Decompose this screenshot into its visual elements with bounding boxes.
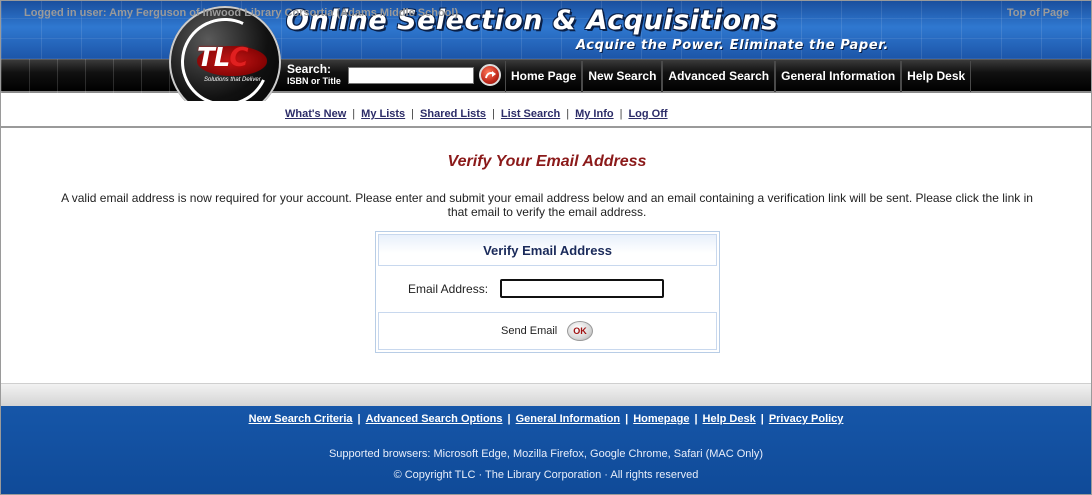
search-label: Search: (287, 62, 332, 76)
intro-text: A valid email address is now required fo… (61, 191, 1033, 219)
logo-wordmark: TLC (197, 43, 248, 73)
send-email-label: Send Email (501, 325, 558, 337)
primary-nav: Home Page New Search Advanced Search Gen… (505, 61, 972, 92)
nav-bar-pattern (1, 59, 171, 93)
nav-general-information[interactable]: General Information (775, 61, 902, 92)
logo-text-main: TL (197, 43, 230, 73)
logo-text-c: C (229, 43, 248, 73)
footer-separator: | (507, 413, 511, 425)
subnav-separator: | (619, 108, 623, 120)
email-field[interactable] (500, 279, 664, 298)
search-input[interactable] (348, 67, 474, 84)
footer-privacy-policy[interactable]: Privacy Policy (769, 413, 844, 425)
subnav-shared-lists[interactable]: Shared Lists (420, 108, 486, 120)
footer-separator: | (694, 413, 698, 425)
supported-browsers: Supported browsers: Microsoft Edge, Mozi… (328, 448, 764, 460)
verify-email-form: Verify Email Address Email Address: Send… (375, 231, 720, 353)
page-title: Verify Your Email Address (447, 153, 647, 170)
footer-separator: | (625, 413, 629, 425)
status-bar (1, 383, 1091, 406)
email-label: Email Address: (408, 282, 489, 296)
form-heading: Verify Email Address (378, 234, 717, 266)
footer-links: New Search Criteria | Advanced Search Opti… (1, 413, 1091, 425)
subnav-my-lists[interactable]: My Lists (361, 108, 405, 120)
email-row: Email Address: (378, 268, 717, 310)
search-go-button[interactable] (479, 64, 501, 86)
app-tagline: Acquire the Power. Eliminate the Paper. (576, 38, 889, 53)
footer-general-information[interactable]: General Information (516, 413, 621, 425)
arrow-right-icon (485, 71, 496, 79)
search-sublabel: ISBN or Title (287, 76, 341, 86)
footer-separator: | (357, 413, 361, 425)
nav-home-page[interactable]: Home Page (505, 61, 583, 92)
top-of-page-link[interactable]: Top of Page (1007, 7, 1069, 19)
footer-separator: | (760, 413, 764, 425)
footer-help-desk[interactable]: Help Desk (703, 413, 756, 425)
sub-nav: What's New | My Lists | Shared Lists | L… (285, 108, 668, 120)
nav-help-desk[interactable]: Help Desk (901, 61, 972, 92)
subnav-separator: | (566, 108, 570, 120)
subnav-separator: | (411, 108, 415, 120)
subnav-separator: | (352, 108, 356, 120)
page-frame: Online Selection & Acquisitions Acquire … (0, 0, 1092, 495)
logo-slogan: Solutions that Deliver (204, 77, 261, 83)
ok-button[interactable]: OK (567, 321, 593, 341)
footer-advanced-search-options[interactable]: Advanced Search Options (366, 413, 503, 425)
logged-in-user: Logged in user: Amy Ferguson of Inwood L… (24, 7, 459, 19)
submit-row: Send Email OK (378, 312, 717, 350)
subnav-log-off[interactable]: Log Off (628, 108, 667, 120)
subnav-whats-new[interactable]: What's New (285, 108, 346, 120)
nav-advanced-search[interactable]: Advanced Search (662, 61, 776, 92)
subnav-list-search[interactable]: List Search (501, 108, 560, 120)
copyright: © Copyright TLC · The Library Corporatio… (393, 469, 699, 481)
subnav-separator: | (492, 108, 495, 120)
nav-new-search[interactable]: New Search (582, 61, 663, 92)
footer-homepage[interactable]: Homepage (633, 413, 689, 425)
subnav-my-info[interactable]: My Info (575, 108, 614, 120)
footer-new-search-criteria[interactable]: New Search Criteria (249, 413, 353, 425)
